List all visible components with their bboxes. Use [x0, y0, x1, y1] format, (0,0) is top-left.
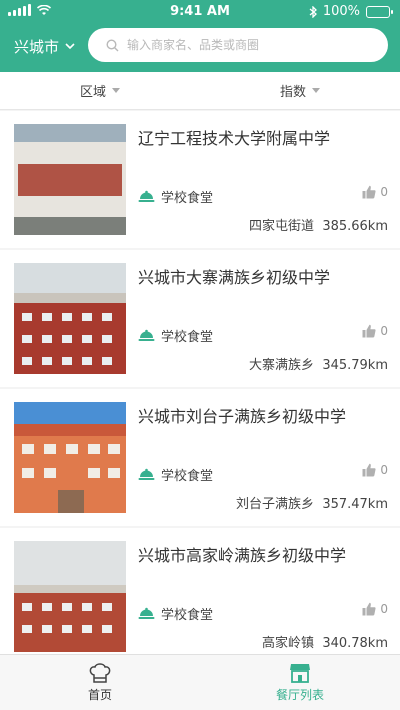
- status-right: 100%: [309, 4, 393, 19]
- item-title: 辽宁工程技术大学附属中学: [138, 129, 331, 148]
- distance-label: 385.66km: [322, 219, 388, 234]
- filter-index-label: 指数: [279, 85, 306, 100]
- battery-percent: 100%: [322, 4, 360, 19]
- restaurant-list: 辽宁工程技术大学附属中学 学校食堂 0 四家屯街道 385.66km 兴城市大寨…: [0, 111, 400, 667]
- location-label: 四家屯街道: [249, 219, 315, 234]
- search-icon: [106, 38, 119, 51]
- like-value: 0: [380, 463, 388, 477]
- header: 9:41 AM 100% 兴城市: [0, 0, 400, 72]
- caret-down-icon: [312, 88, 320, 93]
- filter-region[interactable]: 区域: [0, 72, 200, 109]
- item-category: 学校食堂: [138, 465, 213, 484]
- thumbs-up-icon: [362, 324, 376, 338]
- tab-restaurant-list-label: 餐厅列表: [275, 688, 324, 702]
- category-label: 学校食堂: [161, 469, 214, 484]
- thumbs-up-icon: [362, 463, 376, 477]
- location-label: 刘台子满族乡: [236, 497, 315, 512]
- status-bar: 9:41 AM 100%: [0, 0, 400, 24]
- dish-icon: [138, 190, 155, 202]
- city-selector[interactable]: 兴城市: [14, 36, 75, 57]
- distance-label: 357.47km: [322, 497, 388, 512]
- item-title: 兴城市高家岭满族乡初级中学: [138, 546, 347, 565]
- search-bar[interactable]: [88, 28, 388, 62]
- like-count[interactable]: 0: [362, 185, 388, 199]
- thumbs-up-icon: [362, 602, 376, 616]
- category-label: 学校食堂: [161, 608, 214, 623]
- filter-region-label: 区域: [79, 85, 106, 100]
- item-title: 兴城市刘台子满族乡初级中学: [138, 407, 347, 426]
- chevron-down-icon: [65, 43, 75, 50]
- list-item[interactable]: 辽宁工程技术大学附属中学 学校食堂 0 四家屯街道 385.66km: [0, 111, 400, 248]
- location-label: 大寨满族乡: [249, 358, 315, 373]
- tab-bar: 首页 餐厅列表: [0, 654, 400, 710]
- school-photo: [14, 263, 126, 374]
- like-value: 0: [380, 602, 388, 616]
- chef-hat-icon: [89, 663, 111, 683]
- item-address: 大寨满族乡 345.79km: [249, 354, 388, 373]
- list-item[interactable]: 兴城市大寨满族乡初级中学 学校食堂 0 大寨满族乡 345.79km: [0, 250, 400, 387]
- list-item[interactable]: 兴城市刘台子满族乡初级中学 学校食堂 0 刘台子满族乡 357.47km: [0, 389, 400, 526]
- item-address: 高家岭镇 340.78km: [262, 632, 388, 651]
- school-photo: [14, 402, 126, 513]
- item-title: 兴城市大寨满族乡初级中学: [138, 268, 331, 287]
- tab-home[interactable]: 首页: [0, 655, 200, 710]
- like-count[interactable]: 0: [362, 324, 388, 338]
- school-photo: [14, 124, 126, 235]
- location-label: 高家岭镇: [262, 636, 315, 651]
- store-icon: [290, 664, 310, 683]
- battery-icon: [366, 5, 393, 18]
- city-label: 兴城市: [14, 38, 60, 56]
- like-count[interactable]: 0: [362, 602, 388, 616]
- dish-icon: [138, 607, 155, 619]
- dish-icon: [138, 468, 155, 480]
- category-label: 学校食堂: [161, 191, 214, 206]
- category-label: 学校食堂: [161, 330, 214, 345]
- like-value: 0: [380, 185, 388, 199]
- item-address: 四家屯街道 385.66km: [249, 215, 388, 234]
- like-value: 0: [380, 324, 388, 338]
- search-input[interactable]: [127, 38, 367, 52]
- caret-down-icon: [112, 88, 120, 93]
- tab-home-label: 首页: [87, 688, 112, 702]
- distance-label: 345.79km: [322, 358, 388, 373]
- thumbs-up-icon: [362, 185, 376, 199]
- item-category: 学校食堂: [138, 187, 213, 206]
- filter-bar: 区域 指数: [0, 72, 400, 110]
- item-category: 学校食堂: [138, 604, 213, 623]
- list-item[interactable]: 兴城市高家岭满族乡初级中学 学校食堂 0 高家岭镇 340.78km: [0, 528, 400, 665]
- bluetooth-icon: [309, 5, 317, 18]
- tab-restaurant-list[interactable]: 餐厅列表: [200, 655, 400, 710]
- item-category: 学校食堂: [138, 326, 213, 345]
- dish-icon: [138, 329, 155, 341]
- school-photo: [14, 541, 126, 652]
- distance-label: 340.78km: [322, 636, 388, 651]
- filter-index[interactable]: 指数: [200, 72, 400, 109]
- like-count[interactable]: 0: [362, 463, 388, 477]
- item-address: 刘台子满族乡 357.47km: [236, 493, 388, 512]
